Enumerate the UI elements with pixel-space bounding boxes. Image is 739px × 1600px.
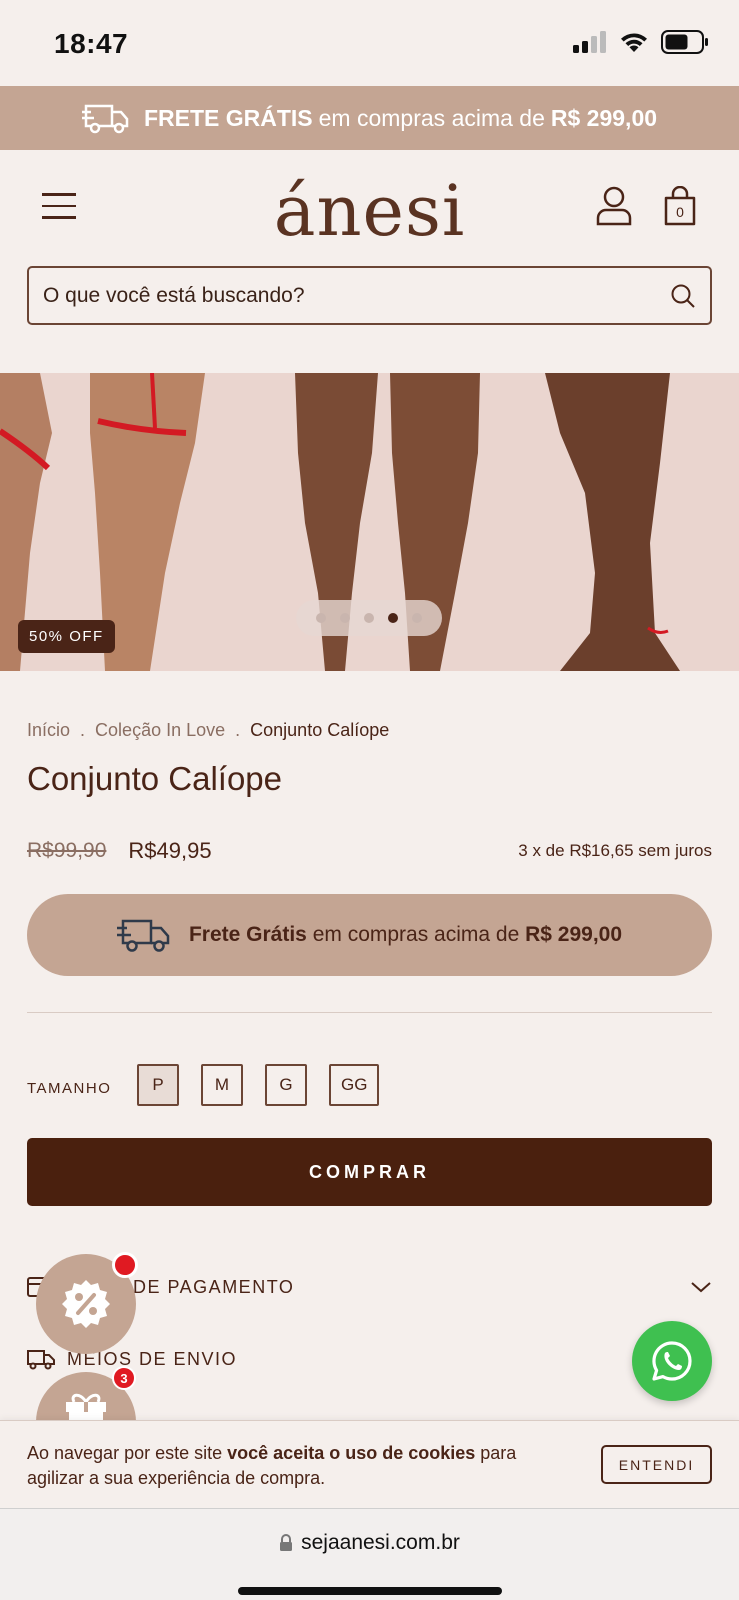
size-label: TAMANHO [27,1080,112,1097]
shipping-banner-middle: em compras acima de [312,923,520,946]
original-price: R$99,90 [27,839,107,862]
cookie-accept-button[interactable]: ENTENDI [601,1445,712,1484]
url-display[interactable]: sejaanesi.com.br [0,1531,739,1555]
gift-notification-badge: 3 [112,1366,136,1390]
cellular-signal-icon [573,31,606,53]
shopping-bag-button[interactable]: 0 [664,185,696,231]
cookie-text-bold: você aceita o uso de cookies [227,1443,476,1463]
promo-bold-text: FRETE GRÁTIS [143,104,313,131]
breadcrumb: Início . Coleção In Love . Conjunto Calí… [27,720,389,741]
payment-methods-label: DE PAGAMENTO [133,1276,295,1297]
product-title: Conjunto Calíope [27,760,283,797]
carousel-dot[interactable] [316,613,326,623]
home-indicator[interactable] [238,1587,502,1595]
discount-percent-icon [62,1280,110,1328]
notification-dot [112,1252,138,1278]
shipping-banner-bold: Frete Grátis [188,923,307,946]
chevron-down-icon [691,1282,711,1293]
status-bar: 18:47 [0,0,739,86]
free-shipping-banner: Frete Grátis em compras acima de R$ 299,… [27,894,712,976]
carousel-dot-active[interactable] [388,613,398,623]
free-shipping-promo-bar: FRETE GRÁTIS em compras acima de R$ 299,… [0,86,739,150]
delivery-truck-icon [81,104,129,134]
promo-text: em compras acima de [318,104,545,131]
breadcrumb-home-link[interactable]: Início [27,720,70,741]
installments-info: 3 x de R$16,65 sem juros [518,841,712,860]
battery-icon [661,30,708,54]
url-text: sejaanesi.com.br [301,1531,460,1554]
carousel-dot[interactable] [364,613,374,623]
breadcrumb-separator: . [80,720,86,740]
status-icons [573,30,709,54]
search-icon[interactable] [670,283,696,309]
search-input[interactable] [43,283,670,308]
whatsapp-icon [652,1341,692,1381]
carousel-pagination [296,600,442,636]
bag-count: 0 [676,204,684,220]
user-account-icon[interactable] [596,186,632,226]
discount-badge: 50% OFF [18,620,115,653]
whatsapp-chat-button[interactable] [632,1321,712,1401]
promo-amount: R$ 299,00 [550,104,658,131]
cookie-consent-bar: Ao navegar por este site você aceita o u… [0,1420,739,1508]
size-option-m[interactable]: M [201,1064,243,1106]
section-divider [27,1012,712,1013]
browser-url-bar[interactable]: sejaanesi.com.br [0,1508,739,1600]
site-header: ánesi 0 [0,150,739,260]
cookie-text-prefix: Ao navegar por este site [27,1443,223,1463]
status-time: 18:47 [54,28,129,59]
size-option-p[interactable]: P [137,1064,179,1106]
breadcrumb-collection-link[interactable]: Coleção In Love [95,720,225,741]
carousel-dot[interactable] [340,613,350,623]
discount-coupon-floating-button[interactable] [36,1252,138,1354]
size-options: P M G GG [137,1064,380,1106]
shopping-bag-icon: 0 [664,185,696,226]
price-row: R$99,90 R$49,95 3 x de R$16,65 sem juros [27,838,712,864]
breadcrumb-current: Conjunto Calíope [250,720,390,740]
size-option-g[interactable]: G [265,1064,307,1106]
wifi-icon [621,33,647,52]
delivery-truck-icon [27,1350,55,1370]
size-option-gg[interactable]: GG [329,1064,380,1106]
carousel-dot[interactable] [412,613,422,623]
product-image-carousel[interactable]: 50% OFF [0,373,739,671]
breadcrumb-separator: . [235,720,241,740]
buy-button[interactable]: COMPRAR [27,1138,712,1206]
shipping-banner-amount: R$ 299,00 [525,923,623,946]
search-bar [27,266,712,325]
delivery-truck-icon [116,919,170,952]
cookie-message: Ao navegar por este site você aceita o u… [27,1441,557,1491]
shipping-banner-text: Frete Grátis em compras acima de R$ 299,… [189,923,622,947]
sale-price: R$49,95 [128,838,212,863]
lock-icon [280,1534,293,1551]
